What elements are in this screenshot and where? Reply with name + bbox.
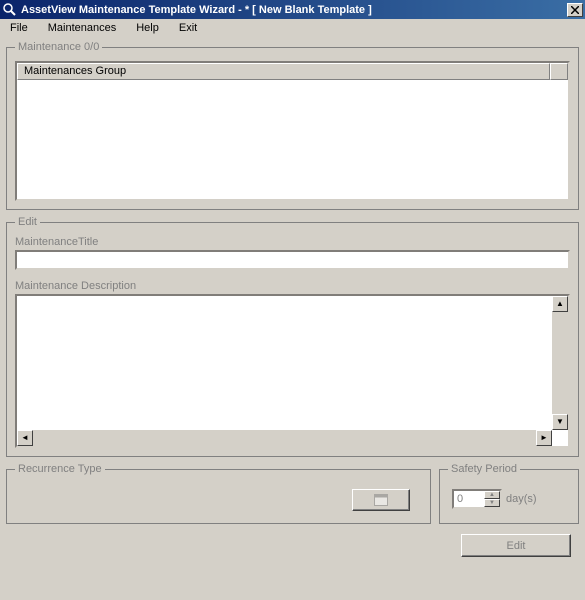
recurrence-type-group: Recurrence Type — [6, 463, 431, 524]
calendar-button[interactable] — [352, 489, 410, 511]
safety-period-input[interactable] — [454, 491, 484, 507]
app-icon — [2, 2, 18, 18]
menu-maintenances[interactable]: Maintenances — [42, 21, 123, 35]
maintenance-title-input[interactable] — [15, 250, 570, 270]
maintenance-description-textarea[interactable]: ▲ ▼ ◄ ► — [15, 294, 570, 448]
scroll-left-button[interactable]: ◄ — [17, 430, 33, 446]
safety-legend: Safety Period — [448, 463, 520, 475]
close-button[interactable] — [567, 3, 583, 17]
safety-unit-label: day(s) — [506, 493, 537, 505]
maintenance-legend: Maintenance 0/0 — [15, 41, 102, 53]
column-maintenances-group[interactable]: Maintenances Group — [17, 63, 550, 80]
menu-help[interactable]: Help — [130, 21, 165, 35]
scroll-right-button[interactable]: ► — [536, 430, 552, 446]
maintenance-description-label: Maintenance Description — [15, 280, 570, 292]
menu-exit[interactable]: Exit — [173, 21, 203, 35]
maintenances-list[interactable]: Maintenances Group — [15, 61, 570, 201]
safety-period-spinner[interactable]: ▲ ▼ — [452, 489, 502, 509]
calendar-icon — [374, 494, 388, 506]
vertical-scrollbar[interactable]: ▲ ▼ — [552, 296, 568, 430]
edit-legend: Edit — [15, 216, 40, 228]
list-body[interactable] — [17, 80, 568, 199]
edit-group: Edit MaintenanceTitle Maintenance Descri… — [6, 216, 579, 457]
recurrence-legend: Recurrence Type — [15, 463, 105, 475]
window-title: AssetView Maintenance Template Wizard - … — [21, 4, 567, 16]
edit-button[interactable]: Edit — [461, 534, 571, 557]
column-spacer[interactable] — [550, 63, 568, 80]
spin-up-button[interactable]: ▲ — [484, 491, 500, 499]
maintenance-group: Maintenance 0/0 Maintenances Group — [6, 41, 579, 210]
spin-down-button[interactable]: ▼ — [484, 499, 500, 507]
scroll-up-button[interactable]: ▲ — [552, 296, 568, 312]
menu-file[interactable]: File — [4, 21, 34, 35]
horizontal-scrollbar[interactable]: ◄ ► — [17, 430, 552, 446]
scroll-down-button[interactable]: ▼ — [552, 414, 568, 430]
maintenance-title-label: MaintenanceTitle — [15, 236, 570, 248]
safety-period-group: Safety Period ▲ ▼ day(s) — [439, 463, 579, 524]
